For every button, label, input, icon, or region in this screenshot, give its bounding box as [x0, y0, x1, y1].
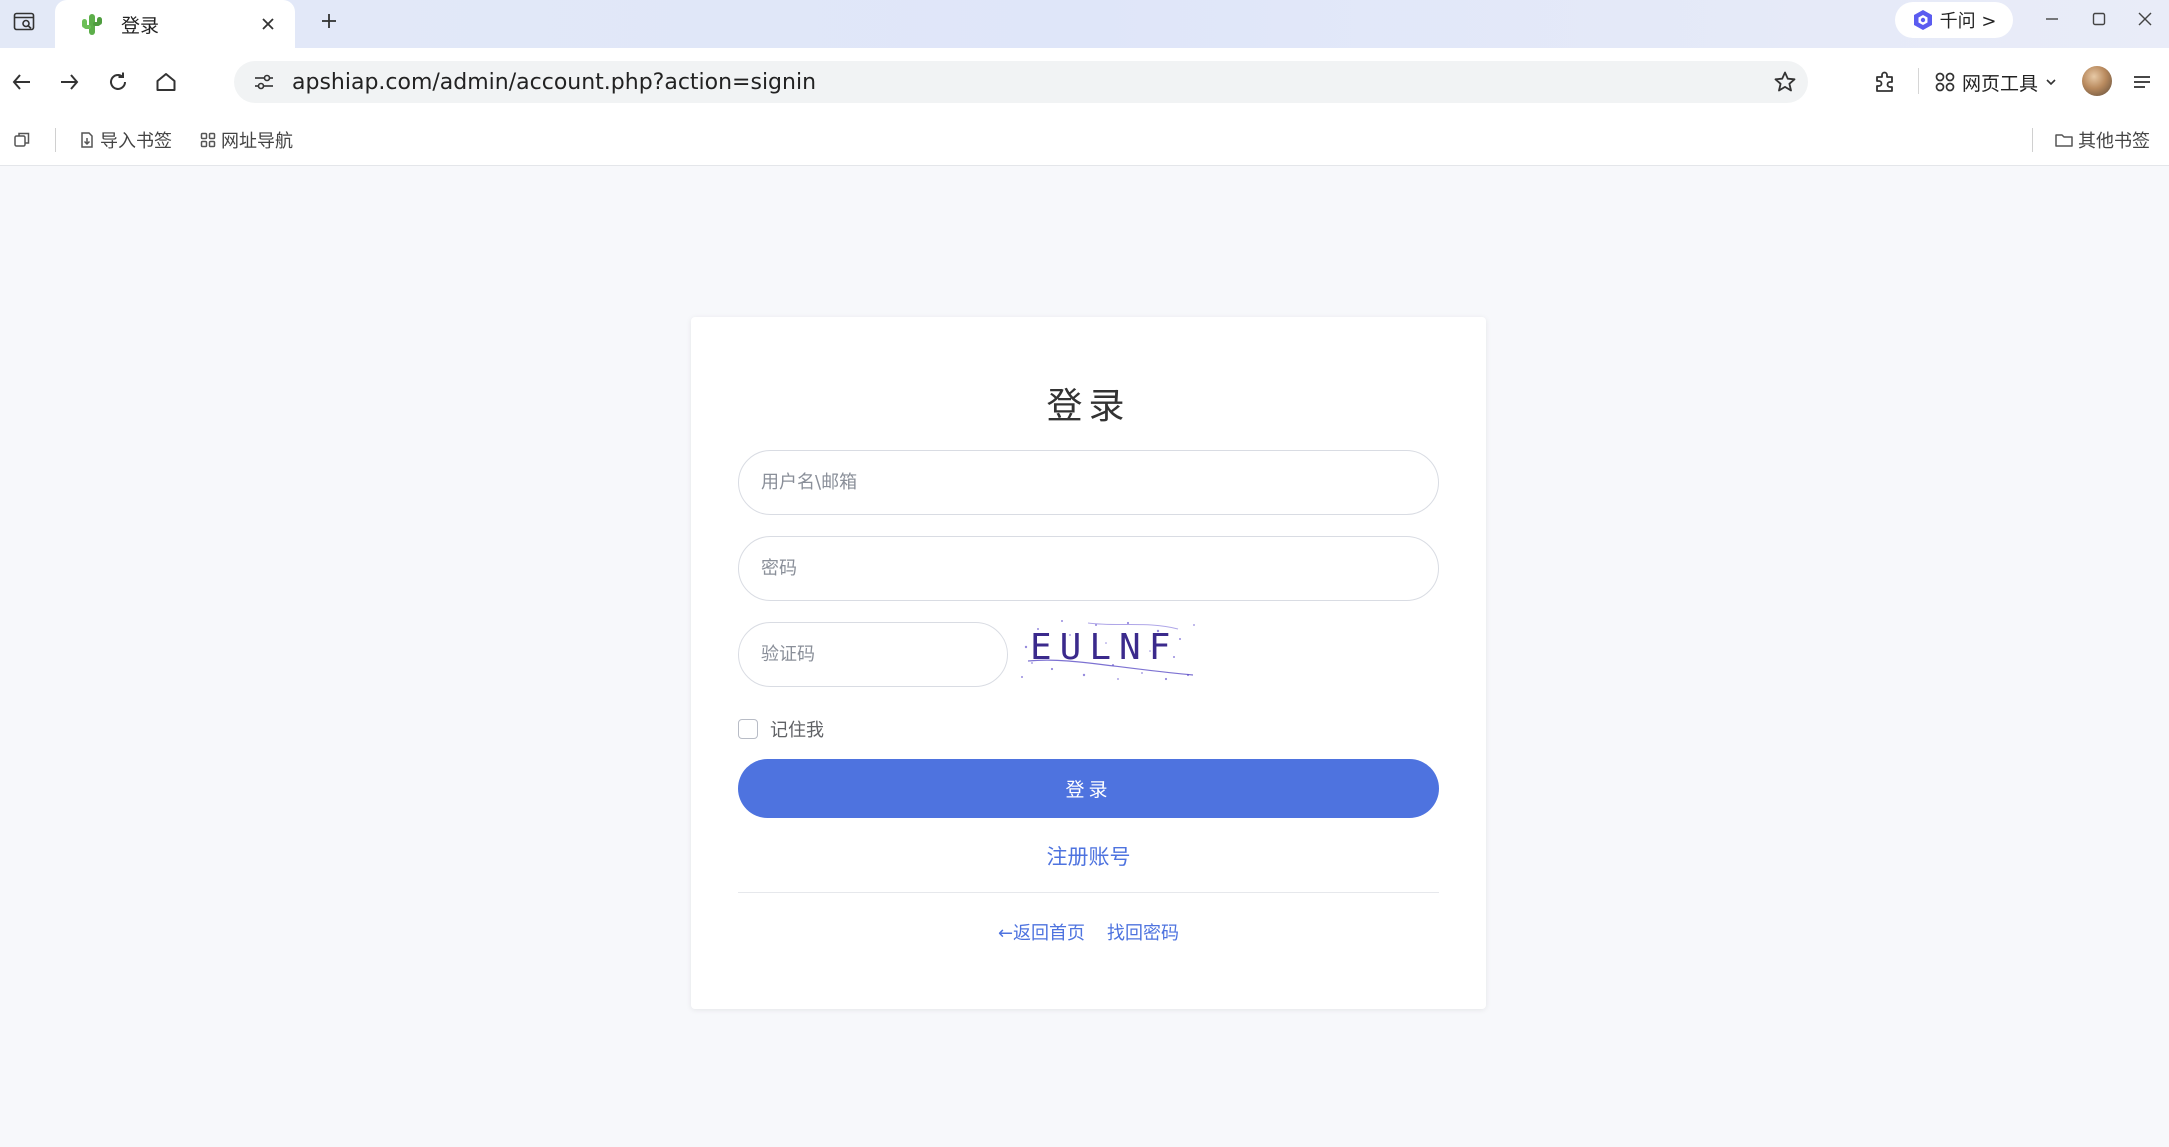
remember-me-checkbox[interactable]	[738, 719, 758, 739]
home-button[interactable]	[146, 62, 186, 102]
back-button[interactable]	[2, 62, 42, 102]
copy-tabs-icon	[14, 132, 30, 147]
forward-button[interactable]	[49, 62, 89, 102]
login-title: 登录	[1046, 386, 1131, 427]
forgot-password-link[interactable]: 找回密码	[1107, 919, 1179, 945]
back-home-link[interactable]: ←返回首页	[998, 919, 1085, 945]
other-bookmarks-label: 其他书签	[2078, 131, 2150, 152]
plus-icon	[322, 14, 336, 28]
login-card: 登录 EULNF 记住我 登录 注册账号 ←返回首页 找回密码	[691, 317, 1486, 1009]
grid-icon	[1935, 72, 1955, 92]
reload-icon	[110, 72, 126, 90]
navigation-bar: apshiap.com/admin/account.php?action=sig…	[0, 48, 2169, 114]
maximize-icon	[2092, 12, 2106, 26]
reload-button[interactable]	[98, 62, 138, 102]
star-icon	[1774, 71, 1796, 92]
tab-title: 登录	[121, 14, 160, 37]
cactus-favicon-icon	[82, 14, 102, 35]
import-bookmarks-link[interactable]: 导入书签	[78, 126, 172, 154]
captcha-image[interactable]: EULNF	[1018, 617, 1198, 683]
close-window-button[interactable]	[2122, 2, 2168, 36]
folder-icon	[2055, 134, 2073, 147]
import-bookmarks-label: 导入书签	[100, 131, 172, 152]
apps-grid-icon	[200, 132, 216, 148]
arrow-right-icon	[61, 74, 79, 90]
tab-close-button[interactable]	[255, 11, 281, 37]
qianwen-label: 千问 >	[1939, 11, 1997, 32]
tab-search-icon	[13, 12, 35, 31]
bottom-links: ←返回首页 找回密码	[691, 919, 1486, 945]
url-navigation-link[interactable]: 网址导航	[199, 126, 293, 154]
menu-icon	[2134, 76, 2150, 88]
close-window-icon	[2138, 12, 2152, 26]
minimize-icon	[2046, 18, 2058, 20]
username-input[interactable]	[738, 450, 1439, 515]
divider	[738, 892, 1439, 893]
password-input[interactable]	[738, 536, 1439, 601]
minimize-button[interactable]	[2029, 2, 2075, 36]
tab-group-button[interactable]	[12, 126, 32, 154]
close-icon	[262, 18, 274, 30]
puzzle-icon	[1876, 71, 1893, 92]
arrow-left-icon	[12, 74, 30, 90]
qianwen-logo-icon	[1913, 10, 1932, 30]
new-tab-button[interactable]	[312, 4, 346, 38]
url-text[interactable]: apshiap.com/admin/account.php?action=sig…	[292, 70, 1762, 95]
captcha-input[interactable]	[738, 622, 1008, 687]
address-bar[interactable]: apshiap.com/admin/account.php?action=sig…	[234, 61, 1808, 103]
tune-icon	[255, 74, 273, 90]
import-file-icon	[81, 132, 93, 148]
active-tab[interactable]: 登录	[55, 0, 295, 48]
site-settings-button[interactable]	[240, 61, 288, 103]
home-icon	[156, 73, 176, 91]
bookmarks-bar: 导入书签 网址导航 其他书签	[0, 114, 2169, 166]
remember-me-label: 记住我	[770, 720, 824, 741]
bookmark-star-button[interactable]	[1762, 61, 1808, 103]
remember-me[interactable]: 记住我	[738, 711, 824, 747]
profile-avatar[interactable]	[2082, 66, 2112, 96]
maximize-button[interactable]	[2076, 2, 2122, 36]
tab-strip: 登录 千问 >	[0, 0, 2169, 48]
captcha-text: EULNF	[1030, 627, 1178, 668]
url-navigation-label: 网址导航	[221, 131, 293, 152]
login-button[interactable]: 登录	[738, 759, 1439, 818]
extensions-button[interactable]	[1865, 62, 1905, 102]
tab-search-button[interactable]	[6, 4, 42, 40]
chevron-down-icon	[2046, 79, 2056, 86]
other-bookmarks-folder[interactable]: 其他书签	[2054, 126, 2150, 154]
web-tools-button[interactable]: 网页工具	[1934, 62, 2058, 102]
qianwen-button[interactable]: 千问 >	[1895, 2, 2013, 38]
bookmarks-separator-right	[2032, 128, 2033, 152]
bookmarks-separator	[55, 128, 56, 152]
register-link[interactable]: 注册账号	[691, 841, 1486, 871]
web-tools-label: 网页工具	[1962, 72, 2039, 95]
menu-button[interactable]	[2122, 62, 2162, 102]
toolbar-separator	[1918, 68, 1919, 94]
